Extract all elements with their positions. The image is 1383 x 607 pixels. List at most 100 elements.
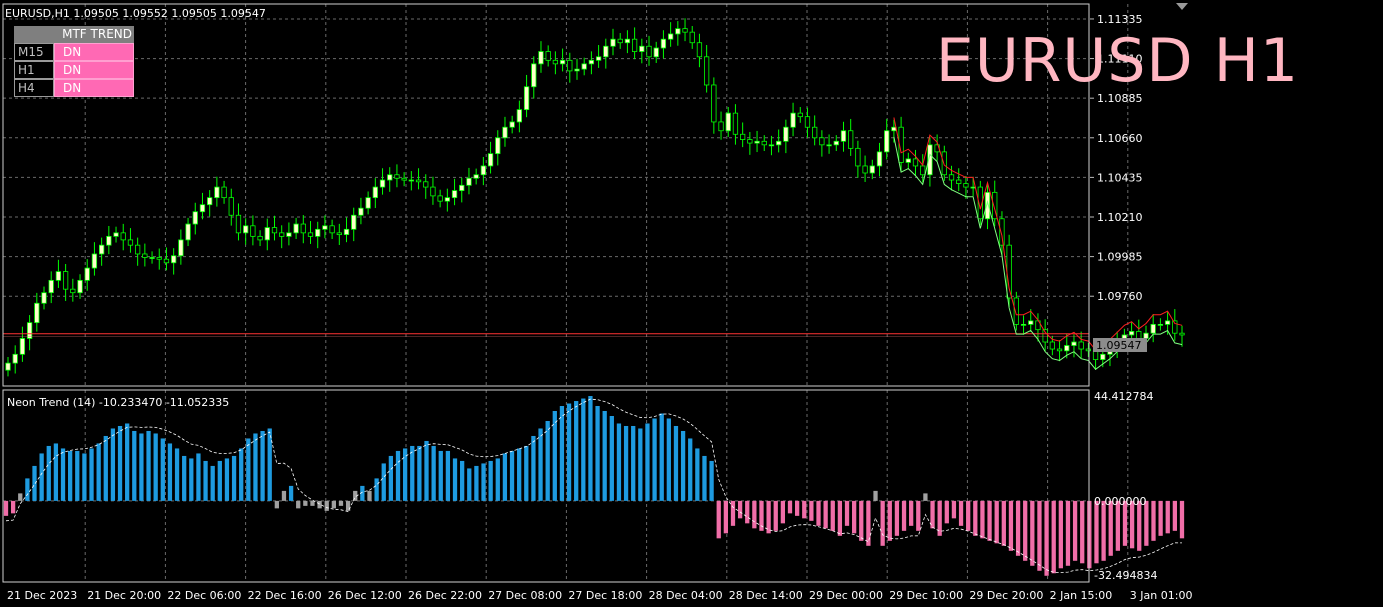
candle-body[interactable]: [740, 133, 746, 140]
candle-body[interactable]: [704, 56, 710, 86]
candle-body[interactable]: [891, 126, 897, 132]
candle-body[interactable]: [149, 257, 155, 259]
candle-body[interactable]: [430, 186, 436, 197]
candle-body[interactable]: [1164, 320, 1171, 325]
candle-body[interactable]: [243, 225, 249, 234]
candle-body[interactable]: [26, 322, 33, 339]
candle-body[interactable]: [610, 38, 616, 47]
candle-body[interactable]: [286, 232, 292, 237]
candle-body[interactable]: [984, 191, 991, 220]
candle-body[interactable]: [783, 126, 789, 142]
candle-body[interactable]: [336, 232, 342, 236]
candle-body[interactable]: [106, 235, 112, 246]
candle-body[interactable]: [5, 362, 11, 371]
candle-body[interactable]: [1100, 353, 1106, 360]
candle-body[interactable]: [653, 47, 659, 58]
candle-body[interactable]: [804, 116, 811, 128]
candle-body[interactable]: [1157, 323, 1164, 326]
candle-body[interactable]: [595, 56, 602, 61]
candle-body[interactable]: [682, 28, 688, 33]
candle-body[interactable]: [394, 174, 400, 179]
candle-body[interactable]: [1028, 320, 1034, 325]
candle-body[interactable]: [473, 174, 479, 179]
candle-body[interactable]: [480, 165, 486, 176]
candle-body[interactable]: [941, 151, 947, 176]
candle-body[interactable]: [408, 179, 414, 182]
candle-body[interactable]: [401, 177, 407, 181]
candle-body[interactable]: [293, 223, 299, 234]
candle-body[interactable]: [98, 244, 105, 255]
candle-body[interactable]: [207, 197, 213, 206]
candle-body[interactable]: [912, 158, 919, 167]
candle-body[interactable]: [725, 112, 731, 132]
candle-body[interactable]: [790, 112, 796, 128]
candle-body[interactable]: [754, 140, 760, 144]
candle-body[interactable]: [768, 144, 775, 147]
candle-body[interactable]: [920, 165, 926, 176]
candle-body[interactable]: [1020, 323, 1027, 326]
candle-body[interactable]: [423, 181, 429, 188]
candle-body[interactable]: [1143, 332, 1149, 339]
candle-body[interactable]: [70, 288, 76, 294]
candle-body[interactable]: [523, 86, 530, 111]
candle-body[interactable]: [1128, 331, 1135, 336]
candle-body[interactable]: [113, 232, 119, 237]
candle-body[interactable]: [12, 353, 18, 364]
candle-body[interactable]: [1056, 348, 1063, 352]
candle-body[interactable]: [300, 223, 306, 234]
candle-body[interactable]: [689, 31, 695, 44]
candle-body[interactable]: [1071, 341, 1077, 346]
candle-body[interactable]: [192, 211, 198, 225]
candle-body[interactable]: [538, 51, 544, 65]
candle-body[interactable]: [415, 179, 422, 183]
candle-body[interactable]: [120, 232, 126, 241]
candle-body[interactable]: [228, 197, 234, 216]
candle-body[interactable]: [840, 130, 847, 142]
candle-body[interactable]: [459, 184, 465, 191]
candle-body[interactable]: [1085, 348, 1092, 352]
candle-body[interactable]: [84, 267, 90, 281]
candle-body[interactable]: [1150, 323, 1156, 334]
candle-body[interactable]: [34, 302, 40, 324]
candle-body[interactable]: [451, 190, 458, 199]
candle-body[interactable]: [545, 51, 551, 61]
candle-body[interactable]: [617, 38, 623, 44]
candle-body[interactable]: [1078, 341, 1084, 350]
candle-body[interactable]: [62, 271, 69, 290]
candle-body[interactable]: [696, 42, 703, 58]
candle-body[interactable]: [307, 232, 314, 237]
candle-body[interactable]: [667, 33, 674, 40]
candle-body[interactable]: [516, 109, 523, 123]
candle-body[interactable]: [833, 140, 839, 146]
candle-body[interactable]: [77, 279, 83, 294]
candle-body[interactable]: [221, 186, 227, 199]
candle-body[interactable]: [322, 225, 328, 230]
candle-body[interactable]: [329, 225, 335, 234]
candle-body[interactable]: [848, 130, 854, 149]
candle-body[interactable]: [732, 112, 739, 135]
candle-body[interactable]: [552, 59, 559, 65]
candle-body[interactable]: [495, 137, 501, 155]
candle-body[interactable]: [135, 244, 141, 255]
candle-body[interactable]: [315, 228, 321, 237]
candle-body[interactable]: [142, 253, 148, 258]
candle-body[interactable]: [127, 239, 134, 246]
candle-body[interactable]: [812, 126, 818, 139]
candle-body[interactable]: [956, 179, 962, 184]
candle-body[interactable]: [675, 28, 681, 35]
candle-body[interactable]: [235, 214, 242, 234]
candle-body[interactable]: [718, 121, 724, 132]
candle-body[interactable]: [747, 139, 753, 144]
candle-body[interactable]: [466, 177, 472, 186]
candle-body[interactable]: [444, 197, 450, 202]
candle-body[interactable]: [567, 59, 573, 72]
candle-body[interactable]: [171, 255, 177, 264]
candle-body[interactable]: [1064, 345, 1070, 352]
candle-body[interactable]: [351, 214, 357, 230]
candle-body[interactable]: [271, 227, 278, 234]
candle-body[interactable]: [574, 68, 580, 72]
candle-body[interactable]: [178, 239, 184, 257]
candle-body[interactable]: [19, 338, 26, 355]
candle-body[interactable]: [905, 158, 911, 163]
candle-body[interactable]: [487, 153, 494, 167]
